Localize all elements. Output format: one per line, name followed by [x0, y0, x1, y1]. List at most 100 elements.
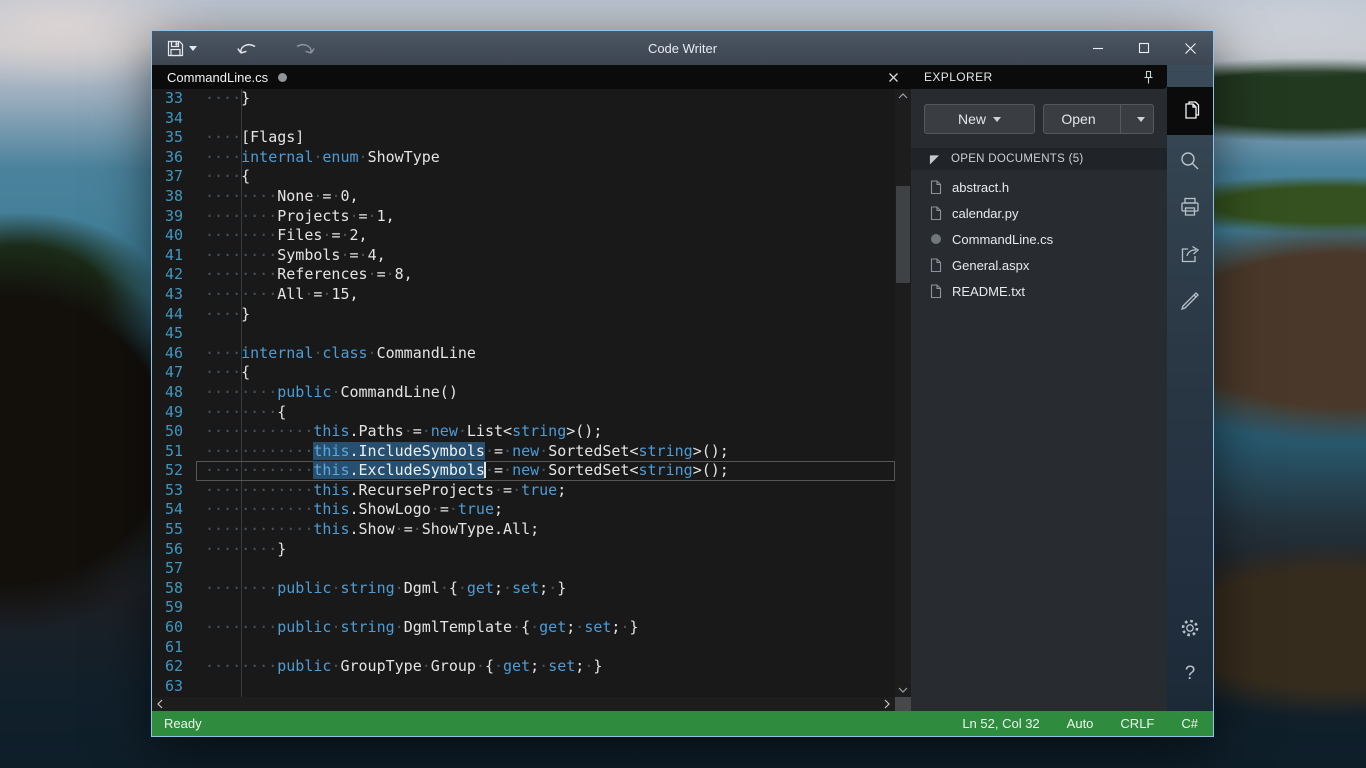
- status-line-ending[interactable]: CRLF: [1120, 716, 1154, 731]
- file-item-general-aspx[interactable]: General.aspx: [911, 252, 1167, 278]
- code-line[interactable]: 42 ········References·=·8,: [152, 265, 895, 285]
- tab-commandline-cs[interactable]: CommandLine.cs: [152, 65, 297, 89]
- section-expanded-icon: [929, 154, 940, 165]
- code-line[interactable]: 41 ········Symbols·=·4,: [152, 246, 895, 266]
- undo-button[interactable]: [227, 31, 269, 65]
- vertical-scrollbar[interactable]: [895, 89, 911, 697]
- code-editor[interactable]: 33 ····} 34 35 ····[Flags] 36 ····internal·enu…: [152, 89, 911, 697]
- code-line[interactable]: 47 ····{: [152, 363, 895, 383]
- code-line[interactable]: 49 ········{: [152, 403, 895, 423]
- code-line[interactable]: 61: [152, 638, 895, 658]
- scroll-down-button[interactable]: [895, 683, 911, 697]
- code-line[interactable]: 43 ········All·=·15,: [152, 285, 895, 305]
- chevron-down-icon: [189, 45, 197, 51]
- code-line[interactable]: 40 ········Files·=·2,: [152, 226, 895, 246]
- code-line[interactable]: 36 ····internal·enum·ShowType: [152, 148, 895, 168]
- code-line[interactable]: 54 ············this.ShowLogo·=·true;: [152, 500, 895, 520]
- code-line[interactable]: 46 ····internal·class·CommandLine: [152, 344, 895, 364]
- rail-settings-button[interactable]: [1167, 605, 1213, 651]
- code-lines: 33 ····} 34 35 ····[Flags] 36 ····internal·enu…: [152, 89, 895, 697]
- code-line[interactable]: 52 ············this.ExcludeSymbols·=·new·…: [152, 461, 895, 481]
- redo-icon: [291, 38, 317, 58]
- code-line[interactable]: 38 ········None·=·0,: [152, 187, 895, 207]
- settings-icon: [1181, 619, 1199, 637]
- tab-close-button[interactable]: [885, 69, 902, 86]
- code-line[interactable]: 39 ········Projects·=·1,: [152, 207, 895, 227]
- code-line[interactable]: 48 ········public·CommandLine(): [152, 383, 895, 403]
- file-name: calendar.py: [952, 205, 1019, 221]
- file-item-commandline-cs[interactable]: CommandLine.cs: [911, 226, 1167, 252]
- line-number: 40: [164, 226, 183, 245]
- code-line[interactable]: 34: [152, 109, 895, 129]
- minimize-icon: [1093, 47, 1103, 50]
- rail-documents-button[interactable]: [1167, 88, 1213, 134]
- redo-button[interactable]: [283, 31, 325, 65]
- code-line[interactable]: 62 ········public·GroupType·Group·{·get;·…: [152, 657, 895, 677]
- status-cursor-position[interactable]: Ln 52, Col 32: [962, 716, 1039, 731]
- line-number: 51: [164, 441, 183, 460]
- code-line[interactable]: 53 ············this.RecurseProjects·=·tru…: [152, 481, 895, 501]
- line-number: 49: [164, 402, 183, 421]
- code-line[interactable]: 45: [152, 324, 895, 344]
- code-line[interactable]: 57: [152, 559, 895, 579]
- close-button[interactable]: [1167, 31, 1213, 65]
- chevron-down-icon: [898, 687, 908, 693]
- line-number: 58: [164, 578, 183, 597]
- line-number: 61: [164, 637, 183, 656]
- open-split-button: Open: [1043, 104, 1154, 134]
- scroll-left-button[interactable]: [152, 697, 168, 711]
- code-line[interactable]: 50 ············this.Paths·=·new·List<stri…: [152, 422, 895, 442]
- line-number: 50: [164, 422, 183, 441]
- maximize-button[interactable]: [1121, 31, 1167, 65]
- file-item-calendar-py[interactable]: calendar.py: [911, 200, 1167, 226]
- code-line[interactable]: 60 ········public·string·DgmlTemplate·{·g…: [152, 618, 895, 638]
- rail-print-button[interactable]: [1167, 184, 1213, 230]
- status-encoding[interactable]: Auto: [1067, 716, 1094, 731]
- rail-search-button[interactable]: [1167, 138, 1213, 184]
- main-area: CommandLine.cs 33 ····} 34 35 ····[Flags] 36 ·…: [152, 65, 1213, 711]
- undo-icon: [235, 38, 261, 58]
- titlebar: Code Writer: [152, 31, 1213, 65]
- code-line[interactable]: 37 ····{: [152, 167, 895, 187]
- open-dropdown-button[interactable]: [1128, 105, 1153, 133]
- statusbar: Ready Ln 52, Col 32 Auto CRLF C#: [152, 711, 1213, 736]
- open-button[interactable]: Open: [1044, 105, 1113, 133]
- line-number: 57: [164, 559, 183, 578]
- line-number: 36: [164, 147, 183, 166]
- scroll-up-button[interactable]: [895, 89, 911, 103]
- code-line[interactable]: 51 ············this.IncludeSymbols·=·new·…: [152, 441, 895, 462]
- code-line[interactable]: 33 ····}: [152, 89, 895, 109]
- pin-button[interactable]: [1140, 68, 1157, 87]
- tabbar: CommandLine.cs: [152, 65, 911, 89]
- rail-edit-button[interactable]: [1167, 276, 1213, 322]
- file-item-abstract-h[interactable]: abstract.h: [911, 174, 1167, 200]
- horizontal-scrollbar[interactable]: [152, 697, 911, 711]
- code-line[interactable]: 59: [152, 598, 895, 618]
- save-button[interactable]: [158, 31, 205, 65]
- rail-share-button[interactable]: [1167, 230, 1213, 276]
- rail-help-button[interactable]: ?: [1167, 651, 1213, 697]
- open-button-label: Open: [1061, 111, 1096, 127]
- code-line[interactable]: 56 ········}: [152, 540, 895, 560]
- code-line[interactable]: 58 ········public·string·Dgml·{·get;·set;…: [152, 579, 895, 599]
- status-language[interactable]: C#: [1181, 716, 1198, 731]
- scrollbar-corner: [895, 697, 911, 711]
- code-line[interactable]: 55 ············this.Show·=·ShowType.All;: [152, 520, 895, 540]
- file-item-readme-txt[interactable]: README.txt: [911, 278, 1167, 304]
- line-number: 46: [164, 343, 183, 362]
- scroll-right-button[interactable]: [879, 697, 895, 711]
- app-window: Code Writer CommandLine.cs 33 ····} 34 3…: [151, 30, 1214, 737]
- code-line[interactable]: 35 ····[Flags]: [152, 128, 895, 148]
- minimize-button[interactable]: [1075, 31, 1121, 65]
- new-button[interactable]: New: [924, 104, 1035, 134]
- line-number: 59: [164, 598, 183, 617]
- code-line[interactable]: 44 ····}: [152, 305, 895, 325]
- section-title: OPEN DOCUMENTS (5): [951, 153, 1084, 165]
- status-ready: Ready: [164, 716, 202, 731]
- edit-icon: [1180, 292, 1199, 310]
- print-icon: [1181, 197, 1199, 216]
- line-number: 56: [164, 539, 183, 558]
- open-documents-section[interactable]: OPEN DOCUMENTS (5): [911, 148, 1167, 170]
- vertical-scroll-thumb[interactable]: [896, 186, 910, 283]
- code-line[interactable]: 63: [152, 677, 895, 697]
